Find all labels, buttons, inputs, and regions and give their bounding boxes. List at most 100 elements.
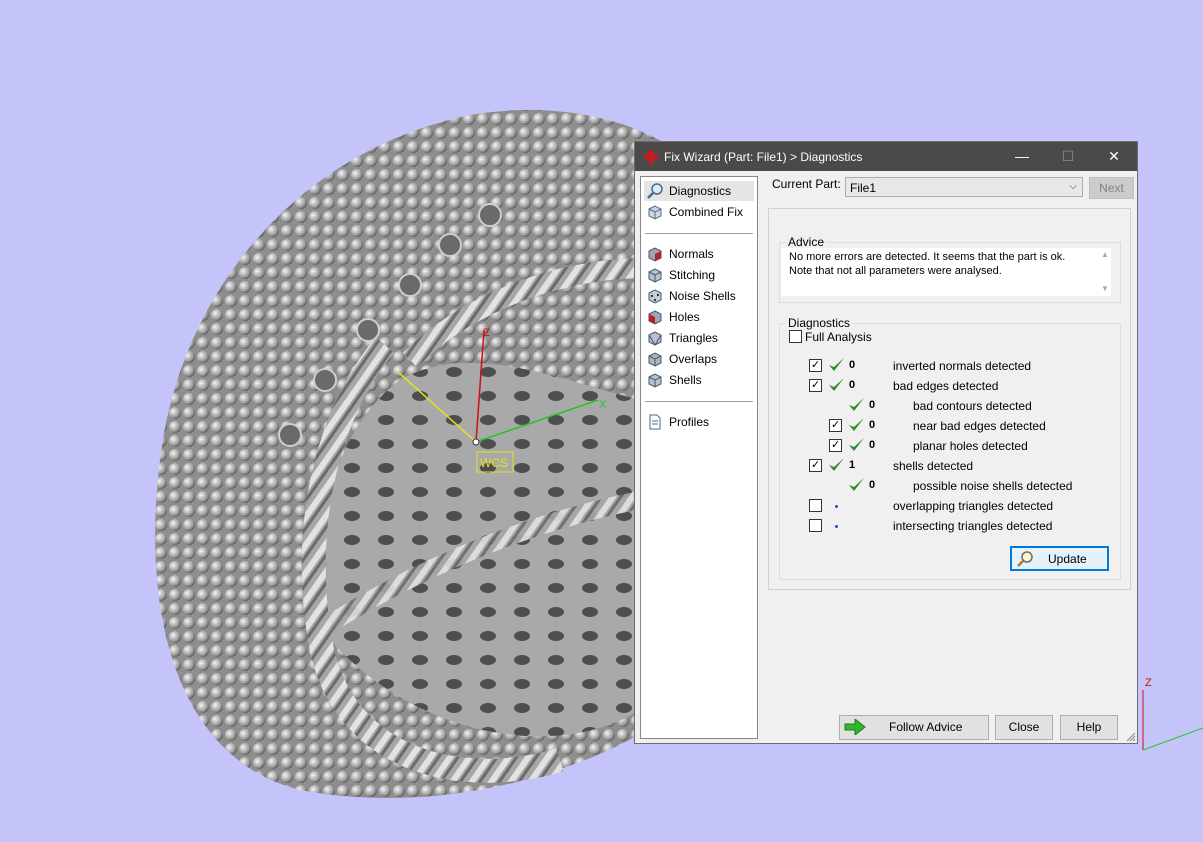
current-part-label: Current Part: bbox=[772, 177, 841, 191]
shells-count: 1 bbox=[849, 459, 856, 471]
document-icon bbox=[649, 414, 661, 430]
green-check-icon bbox=[849, 478, 864, 491]
axis-x-label: X bbox=[599, 399, 607, 411]
full-analysis-checkbox[interactable] bbox=[789, 330, 802, 343]
planar-holes-count: 0 bbox=[869, 439, 876, 451]
bad-edges-checkbox[interactable]: ✓ bbox=[809, 379, 822, 392]
minimize-button[interactable]: — bbox=[999, 142, 1045, 171]
green-check-icon bbox=[849, 398, 864, 411]
holes-cube-icon bbox=[648, 310, 662, 325]
close-window-button[interactable]: ✕ bbox=[1091, 142, 1137, 171]
near-bad-edges-label: near bad edges detected bbox=[913, 419, 1046, 433]
current-part-value: File1 bbox=[850, 181, 877, 195]
nav-divider bbox=[645, 401, 753, 402]
normals-cube-icon bbox=[648, 247, 662, 262]
inverted-normals-label: inverted normals detected bbox=[893, 359, 1032, 373]
magnifier-icon bbox=[1017, 551, 1033, 567]
nav-item-stitching[interactable]: Stitching bbox=[644, 265, 754, 285]
nav-divider bbox=[645, 233, 753, 234]
chevron-down-icon: ⌵ bbox=[1069, 181, 1077, 192]
nav-label: Shells bbox=[669, 373, 702, 387]
nav-item-triangles[interactable]: Triangles bbox=[644, 328, 754, 348]
follow-advice-button[interactable]: Follow Advice bbox=[839, 715, 989, 740]
follow-advice-label: Follow Advice bbox=[889, 720, 963, 734]
nav-item-diagnostics[interactable]: Diagnostics bbox=[644, 181, 754, 201]
near-bad-edges-count: 0 bbox=[869, 419, 876, 431]
arrow-right-icon bbox=[844, 719, 866, 735]
nav-label: Combined Fix bbox=[669, 205, 744, 219]
wcs-label: WCS bbox=[480, 456, 508, 470]
green-check-icon bbox=[829, 378, 844, 391]
nav-item-overlaps[interactable]: Overlaps bbox=[644, 349, 754, 369]
dialog-title: Fix Wizard (Part: File1) > Diagnostics bbox=[664, 150, 863, 164]
nav-item-shells[interactable]: Shells bbox=[644, 370, 754, 390]
nav-item-holes[interactable]: Holes bbox=[644, 307, 754, 327]
nav-label: Noise Shells bbox=[669, 289, 736, 303]
maximize-button[interactable]: ☐ bbox=[1045, 142, 1091, 171]
intersecting-triangles-checkbox[interactable] bbox=[809, 519, 822, 532]
green-check-icon bbox=[829, 358, 844, 371]
nav-item-combined-fix[interactable]: Combined Fix bbox=[644, 202, 754, 222]
nav-label: Normals bbox=[669, 247, 714, 261]
noise-shells-count: 0 bbox=[869, 479, 876, 491]
nav-label: Holes bbox=[669, 310, 700, 324]
axis-z-label: Z bbox=[483, 327, 490, 339]
nav-label: Diagnostics bbox=[669, 184, 732, 198]
bad-edges-count: 0 bbox=[849, 379, 856, 391]
advice-line-1: No more errors are detected. It seems th… bbox=[789, 251, 1066, 263]
red-cross-icon bbox=[644, 150, 658, 164]
green-check-icon bbox=[849, 418, 864, 431]
inverted-normals-checkbox[interactable]: ✓ bbox=[809, 359, 822, 372]
nav-item-normals[interactable]: Normals bbox=[644, 244, 754, 264]
full-analysis-label: Full Analysis bbox=[805, 330, 872, 344]
nav-item-noise-shells[interactable]: Noise Shells bbox=[644, 286, 754, 306]
shells-checkbox[interactable]: ✓ bbox=[809, 459, 822, 472]
fix-wizard-dialog: Fix Wizard (Part: File1) > Diagnostics —… bbox=[634, 141, 1138, 744]
noise-shells-cube-icon bbox=[648, 289, 662, 304]
planar-holes-label: planar holes detected bbox=[913, 439, 1028, 453]
nav-label: Triangles bbox=[669, 331, 718, 345]
resize-grip-icon[interactable] bbox=[1126, 732, 1136, 742]
overlaps-cube-icon bbox=[648, 352, 662, 367]
next-button[interactable]: Next bbox=[1089, 177, 1134, 199]
nav-item-profiles[interactable]: Profiles bbox=[644, 412, 754, 432]
help-button[interactable]: Help bbox=[1060, 715, 1118, 740]
shells-label: shells detected bbox=[893, 459, 974, 473]
green-check-icon bbox=[849, 438, 864, 451]
triangles-cube-icon bbox=[648, 331, 662, 346]
scroll-up-icon[interactable]: ▲ bbox=[1101, 250, 1109, 259]
inverted-normals-count: 0 bbox=[849, 359, 856, 371]
dialog-titlebar[interactable]: Fix Wizard (Part: File1) > Diagnostics —… bbox=[635, 142, 1137, 171]
nav-label: Overlaps bbox=[669, 352, 718, 366]
stitching-cube-icon bbox=[648, 268, 662, 283]
nav-label: Stitching bbox=[669, 268, 716, 282]
status-dot-icon bbox=[835, 525, 838, 528]
advice-title: Advice bbox=[786, 235, 827, 249]
bad-contours-count: 0 bbox=[869, 399, 876, 411]
near-bad-edges-checkbox[interactable]: ✓ bbox=[829, 419, 842, 432]
status-dot-icon bbox=[835, 505, 838, 508]
update-button[interactable]: Update bbox=[1010, 546, 1109, 571]
scroll-down-icon[interactable]: ▼ bbox=[1101, 284, 1109, 293]
bad-edges-label: bad edges detected bbox=[893, 379, 999, 393]
advice-scrollbar[interactable]: ▲ ▼ bbox=[1099, 248, 1111, 296]
wizard-nav: Diagnostics Combined Fix Normals Stitchi… bbox=[640, 176, 758, 739]
green-check-icon bbox=[829, 458, 844, 471]
diagnostics-title: Diagnostics bbox=[786, 316, 853, 330]
nav-label: Profiles bbox=[669, 415, 710, 429]
current-part-select[interactable]: File1 ⌵ bbox=[845, 177, 1083, 197]
bad-contours-label: bad contours detected bbox=[913, 399, 1032, 413]
noise-shells-label: possible noise shells detected bbox=[913, 479, 1073, 493]
close-button[interactable]: Close bbox=[995, 715, 1053, 740]
planar-holes-checkbox[interactable]: ✓ bbox=[829, 439, 842, 452]
magnifier-icon bbox=[647, 183, 663, 199]
overlapping-triangles-checkbox[interactable] bbox=[809, 499, 822, 512]
update-label: Update bbox=[1048, 552, 1087, 566]
cube-icon bbox=[648, 205, 662, 220]
shells-cube-icon bbox=[648, 373, 662, 388]
overlapping-triangles-label: overlapping triangles detected bbox=[893, 499, 1054, 513]
intersecting-triangles-label: intersecting triangles detected bbox=[893, 519, 1053, 533]
advice-line-2: Note that not all parameters were analys… bbox=[789, 265, 1002, 277]
corner-axis-z-label: Z bbox=[1145, 677, 1152, 689]
advice-textbox[interactable]: No more errors are detected. It seems th… bbox=[781, 248, 1099, 296]
